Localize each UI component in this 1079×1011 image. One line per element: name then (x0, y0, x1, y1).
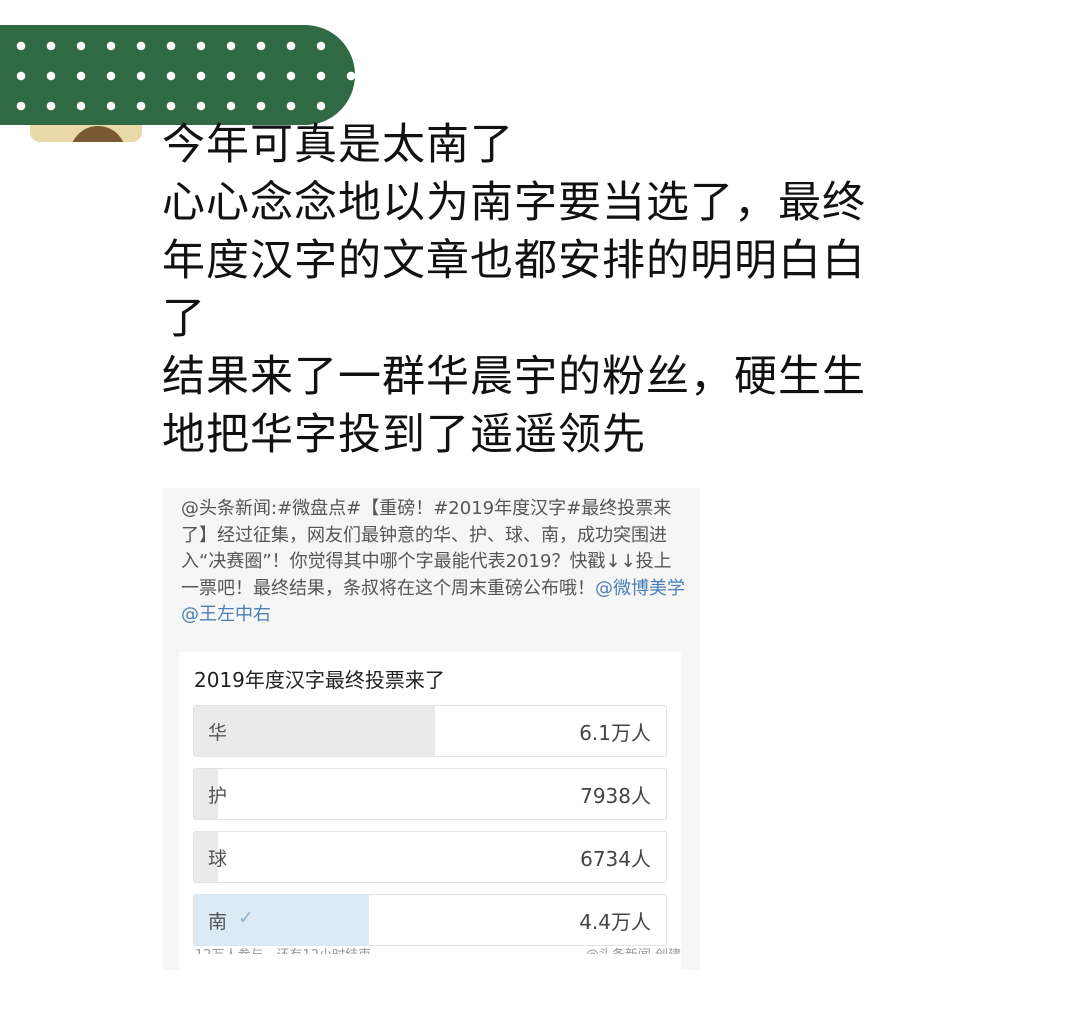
poll-option-fill (194, 706, 435, 756)
poll-option-count: 4.4万人 (579, 910, 651, 934)
post-line: 了 (162, 294, 206, 344)
poll-title: 2019年度汉字最终投票来了 (194, 668, 445, 692)
post-line: 心心念念地以为南字要当选了，最终 (162, 178, 866, 228)
post-line: 结果来了一群华晨宇的粉丝，硬生生 (162, 352, 866, 402)
poll-option-count: 7938人 (580, 784, 651, 808)
poll-option-qiu[interactable]: 球 6734人 (193, 831, 667, 883)
poll-option-count: 6.1万人 (579, 721, 651, 745)
post-line: 地把华字投到了遥遥领先 (162, 410, 646, 460)
weibo-post-text: @头条新闻:#微盘点#【重磅！#2019年度汉字#最终投票来了】经过征集，网友们… (181, 496, 686, 629)
poll-creator: @头条新闻 创建 (586, 944, 681, 954)
embedded-weibo-screenshot: @头条新闻:#微盘点#【重磅！#2019年度汉字#最终投票来了】经过征集，网友们… (163, 488, 700, 970)
post-text: 今年可真是太南了 心心念念地以为南字要当选了，最终 年度汉字的文章也都安排的明明… (162, 116, 992, 464)
poll-footer: 12万人参与，还有12小时结束 @头条新闻 创建 (195, 944, 681, 954)
floral-scribble-overlay (0, 25, 355, 125)
post-line: 年度汉字的文章也都安排的明明白白 (162, 236, 866, 286)
avatar-figure (70, 126, 126, 142)
poll-option-label: 华 (208, 722, 228, 744)
post-line: 今年可真是太南了 (162, 120, 514, 170)
poll-option-label: 球 (208, 848, 228, 870)
poll-option-count: 6734人 (580, 847, 651, 871)
poll-option-label: 南 (208, 911, 228, 933)
poll-option-hua[interactable]: 华 6.1万人 (193, 705, 667, 757)
poll-participation: 12万人参与，还有12小时结束 (195, 944, 371, 954)
poll-option-label: 护 (208, 785, 228, 807)
checkmark-icon: ✓ (238, 907, 254, 929)
poll-option-nan[interactable]: 南 ✓ 4.4万人 (193, 894, 667, 946)
poll-option-hu[interactable]: 护 7938人 (193, 768, 667, 820)
poll-card: 2019年度汉字最终投票来了 华 6.1万人 护 7938人 球 6734人 南… (179, 652, 681, 970)
